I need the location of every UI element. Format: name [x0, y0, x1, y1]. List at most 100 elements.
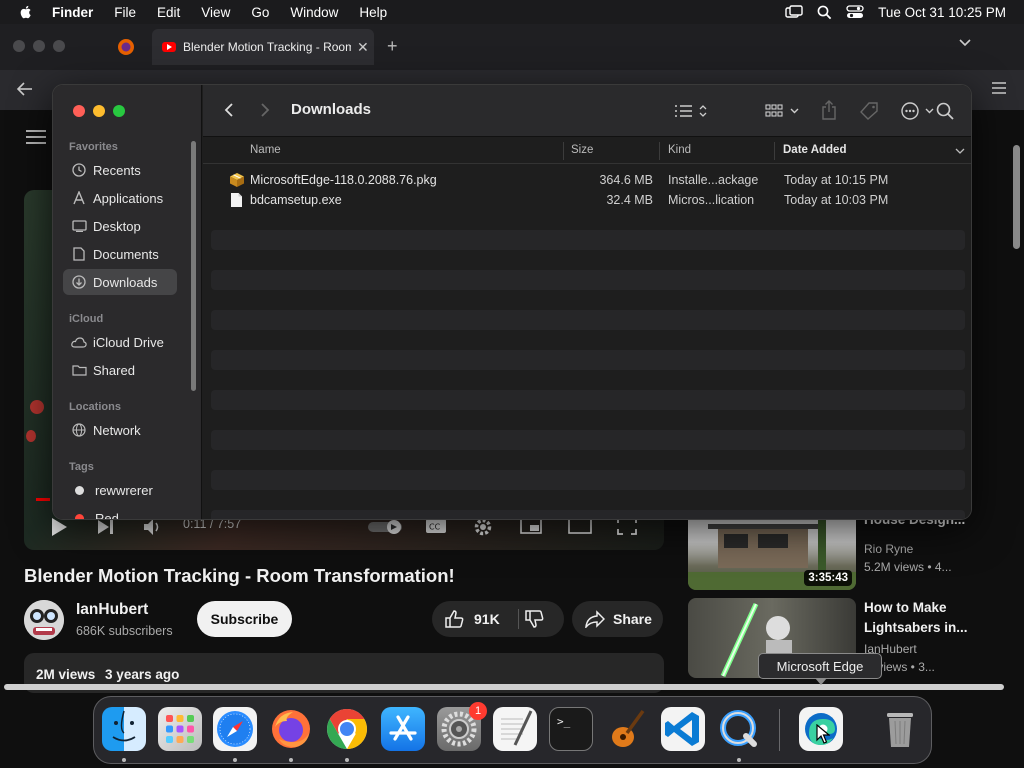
tab-close-icon[interactable]: ✕ [357, 39, 369, 56]
browser-tab-youtube[interactable]: Blender Motion Tracking - Room Transform… [152, 29, 374, 65]
youtube-guide-menu-icon[interactable] [26, 130, 46, 144]
subscribe-button[interactable]: Subscribe [197, 601, 292, 637]
dock-launchpad-icon[interactable] [158, 707, 202, 751]
menu-help[interactable]: Help [359, 5, 387, 20]
settings-gear-icon[interactable] [473, 517, 493, 537]
window-zoom-button[interactable] [113, 105, 125, 117]
file-date-added: Today at 10:03 PM [784, 193, 889, 207]
column-divider[interactable] [563, 142, 564, 160]
page-vertical-scrollbar[interactable] [1013, 145, 1020, 249]
new-tab-button[interactable]: + [387, 36, 398, 57]
view-count: 2M views [36, 667, 96, 682]
recommended-thumbnail[interactable]: 3:35:43 [688, 510, 856, 590]
window-close-button[interactable] [73, 105, 85, 117]
captions-icon[interactable]: CC [425, 518, 447, 534]
dock-finder-icon[interactable] [102, 707, 146, 751]
menu-window[interactable]: Window [290, 5, 338, 20]
sidebar-scrollbar[interactable] [191, 141, 196, 391]
sidebar-item-downloads[interactable]: Downloads [63, 269, 177, 295]
more-actions-icon[interactable] [901, 102, 937, 120]
dock-vscode-icon[interactable] [661, 707, 705, 751]
window-minimize-button[interactable] [93, 105, 105, 117]
column-divider[interactable] [774, 142, 775, 160]
column-divider[interactable] [659, 142, 660, 160]
control-center-icon[interactable] [846, 5, 864, 19]
browser-close-dim[interactable] [13, 40, 25, 52]
spotlight-icon[interactable] [817, 5, 832, 20]
download-icon [71, 274, 87, 290]
browser-menu-icon[interactable] [992, 82, 1006, 94]
miniplayer-icon[interactable] [520, 518, 542, 534]
sidebar-tag-red[interactable]: Red [63, 505, 177, 520]
share-label: Share [613, 611, 652, 627]
sidebar-item-icloud-drive[interactable]: iCloud Drive [63, 329, 177, 355]
channel-avatar[interactable] [24, 600, 64, 640]
play-icon[interactable] [50, 517, 68, 537]
column-header-size[interactable]: Size [571, 144, 593, 156]
menu-file[interactable]: File [114, 5, 136, 20]
dock-app-store-icon[interactable] [381, 707, 425, 751]
menu-finder[interactable]: Finder [52, 5, 93, 20]
recommended-video-1[interactable]: 3:35:43 House Design... Rio Ryne 5.2M vi… [688, 510, 978, 592]
tag-icon[interactable] [859, 102, 879, 120]
list-view-icon[interactable] [675, 103, 709, 119]
dock-quicktime-icon[interactable] [717, 707, 761, 751]
share-button[interactable]: Share [572, 601, 663, 637]
file-row[interactable]: bdcamsetup.exe 32.4 MB Micros...lication… [211, 190, 965, 210]
dock-terminal-icon[interactable]: >_ [549, 707, 593, 751]
browser-max-dim[interactable] [53, 40, 65, 52]
dock-textedit-icon[interactable] [493, 707, 537, 751]
sidebar-item-desktop[interactable]: Desktop [63, 213, 177, 239]
file-row[interactable]: MicrosoftEdge-118.0.2088.76.pkg 364.6 MB… [211, 170, 965, 190]
dock-safari-icon[interactable] [213, 707, 257, 751]
share-icon[interactable] [821, 100, 837, 120]
menu-go[interactable]: Go [251, 5, 269, 20]
menu-view[interactable]: View [201, 5, 230, 20]
group-view-icon[interactable] [765, 103, 801, 119]
column-header-date-added[interactable]: Date Added [783, 144, 846, 156]
search-icon[interactable] [936, 102, 954, 120]
volume-icon[interactable] [143, 518, 163, 536]
sort-chevron-icon[interactable] [955, 148, 965, 155]
menubar-clock[interactable]: Tue Oct 31 10:25 PM [878, 5, 1006, 20]
sidebar-item-documents[interactable]: Documents [63, 241, 177, 267]
theater-mode-icon[interactable] [568, 518, 592, 534]
dock-chrome-icon[interactable] [325, 707, 369, 751]
thumbs-down-icon[interactable] [524, 609, 544, 629]
clock-icon [71, 162, 87, 178]
video-progress-bar[interactable] [36, 498, 50, 501]
finder-back-icon[interactable] [223, 102, 235, 118]
sidebar-item-label: Applications [93, 190, 164, 206]
sidebar-item-recents[interactable]: Recents [63, 157, 177, 183]
recommended-title[interactable]: How to Make Lightsabers in... [864, 598, 974, 638]
page-horizontal-scrollbar[interactable] [4, 684, 1004, 690]
dock-garageband-icon[interactable] [605, 707, 649, 751]
svg-text:>_: >_ [557, 715, 571, 728]
apple-icon[interactable] [18, 4, 34, 20]
sidebar-item-shared[interactable]: Shared [63, 357, 177, 383]
sidebar-item-label: Downloads [93, 274, 158, 290]
next-video-icon[interactable] [97, 519, 115, 535]
like-button[interactable]: 91K [432, 601, 518, 637]
browser-back-icon[interactable] [16, 81, 34, 97]
firefox-view-icon[interactable] [117, 38, 135, 56]
finder-forward-icon[interactable] [259, 102, 271, 118]
column-header-name[interactable]: Name [250, 144, 281, 156]
browser-min-dim[interactable] [33, 40, 45, 52]
sidebar-item-network[interactable]: Network [63, 417, 177, 443]
notification-badge: 1 [469, 702, 487, 720]
dock-trash-icon[interactable] [878, 707, 922, 751]
screen-mirroring-icon[interactable] [785, 5, 803, 19]
sidebar-item-label: Red [95, 510, 119, 520]
sidebar-item-applications[interactable]: Applications [63, 185, 177, 211]
autoplay-toggle-icon[interactable] [368, 520, 402, 534]
channel-name[interactable]: IanHubert [76, 601, 148, 619]
sidebar-tag-rewwrerer[interactable]: rewwrerer [63, 477, 177, 503]
column-header-kind[interactable]: Kind [668, 144, 691, 156]
globe-icon [71, 422, 87, 438]
menu-edit[interactable]: Edit [157, 5, 180, 20]
list-tabs-chevron-icon[interactable] [958, 38, 972, 48]
dock-firefox-icon[interactable] [269, 707, 313, 751]
tag-color-dot [75, 513, 84, 519]
recommended-channel[interactable]: Rio Ryne [864, 542, 913, 556]
